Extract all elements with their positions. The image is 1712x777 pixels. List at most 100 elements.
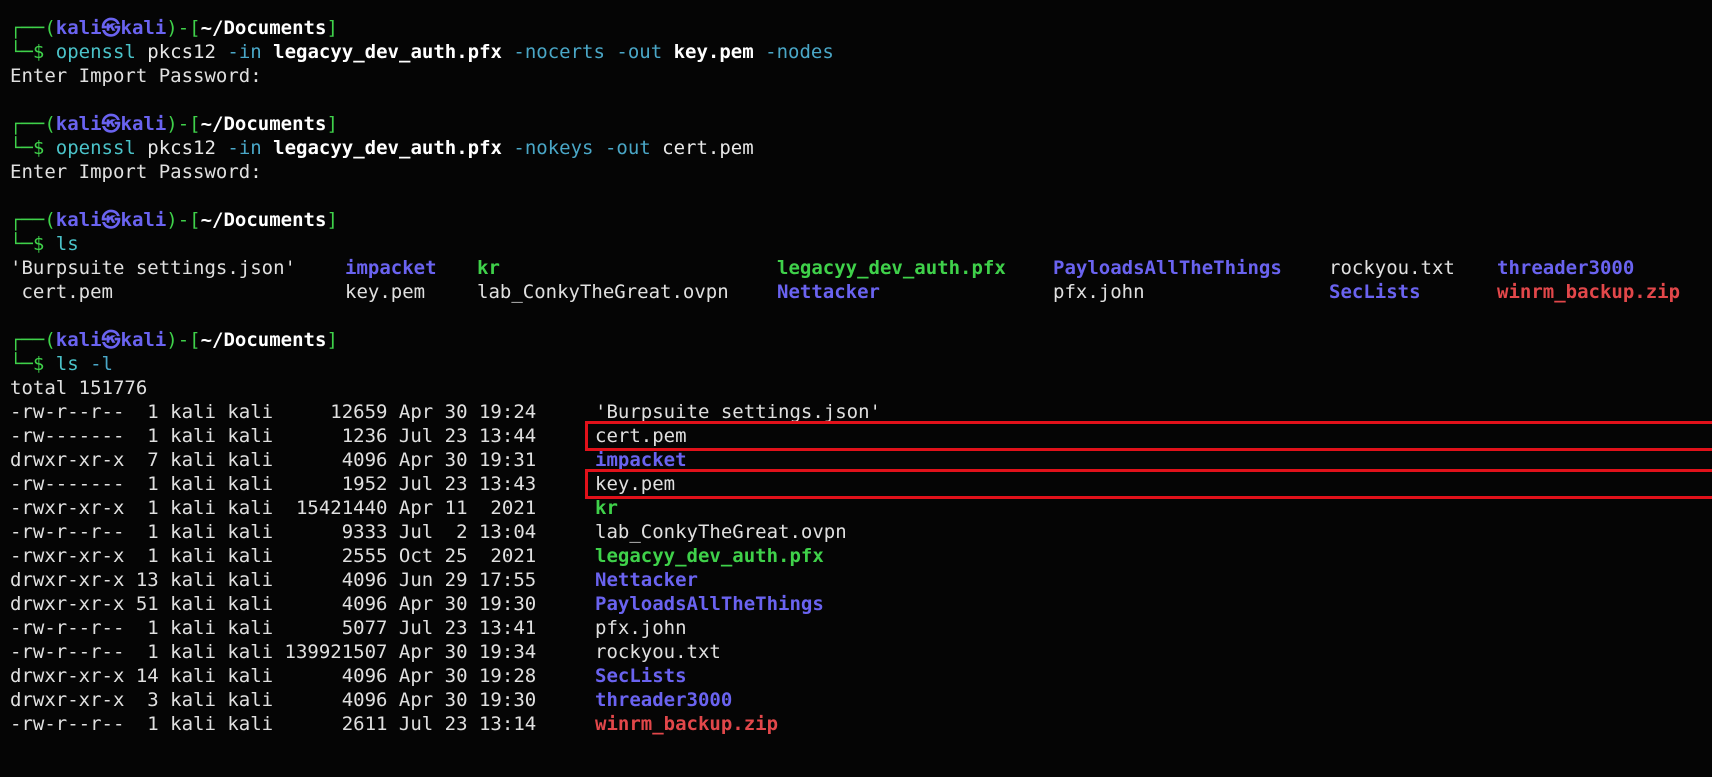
prompt-symbol: └─$	[10, 137, 56, 159]
highlighted-file-name: cert.pem	[585, 421, 1712, 451]
terminal-output[interactable]: ┌──(kali㉿kali)-[~/Documents] └─$ openssl …	[10, 0, 1712, 736]
prompt-bracket: )-[	[166, 209, 201, 231]
ls-long-row: drwxr-xr-x 3 kali kali 4096 Apr 30 19:30…	[10, 688, 1712, 712]
ls-entry: key.pem	[345, 281, 426, 303]
file-meta: -rw-r--r-- 1 kali kali 2611 Jul 23 13:14	[10, 713, 537, 735]
command-name: ls	[55, 353, 79, 375]
file-name: PayloadsAllTheThings	[595, 593, 824, 615]
command-line: └─$ openssl pkcs12 -in legacyy_dev_auth.…	[10, 136, 1712, 160]
command-arg: pkcs12	[147, 41, 216, 63]
command-arg: legacyy_dev_auth.pfx	[273, 41, 502, 63]
command-line: └─$ openssl pkcs12 -in legacyy_dev_auth.…	[10, 40, 1712, 64]
ls-row: 'Burpsuite settings.json' impacket kr legac…	[10, 256, 1712, 280]
command-arg: legacyy_dev_auth.pfx	[273, 137, 502, 159]
prompt-bracket: )-[	[166, 17, 201, 39]
ls-entry: lab_ConkyTheGreat.ovpn	[477, 281, 729, 303]
command-name: ls	[55, 233, 79, 255]
prompt-bracket: ]	[326, 209, 338, 231]
ls-long-row: drwxr-xr-x 51 kali kali 4096 Apr 30 19:3…	[10, 592, 1712, 616]
file-meta: -rwxr-xr-x 1 kali kali 2555 Oct 25 2021	[10, 545, 537, 567]
ls-entry: Nettacker	[777, 281, 880, 303]
command-arg: -in	[227, 41, 262, 63]
command-arg: -out	[616, 41, 663, 63]
prompt-header: ┌──(kali㉿kali)-[~/Documents]	[10, 328, 1712, 352]
ls-entry: legacyy_dev_auth.pfx	[777, 257, 1006, 279]
command-arg: -l	[90, 353, 113, 375]
file-name: rockyou.txt	[595, 641, 721, 663]
prompt-bracket: ┌──(	[10, 209, 56, 231]
command-arg: -nokeys	[513, 137, 594, 159]
command-arg: -nodes	[765, 41, 834, 63]
file-meta: drwxr-xr-x 14 kali kali 4096 Apr 30 19:2…	[10, 665, 537, 687]
ls-long-row: drwxr-xr-x 13 kali kali 4096 Jun 29 17:5…	[10, 568, 1712, 592]
prompt-bracket: ┌──(	[10, 113, 56, 135]
ls-entry: winrm_backup.zip	[1497, 281, 1681, 303]
prompt-header: ┌──(kali㉿kali)-[~/Documents]	[10, 112, 1712, 136]
file-meta: drwxr-xr-x 3 kali kali 4096 Apr 30 19:30	[10, 689, 537, 711]
prompt-symbol: └─$	[10, 233, 56, 255]
prompt-cwd: ~/Documents	[200, 17, 327, 39]
ls-entry: cert.pem	[10, 281, 113, 303]
ls-long-row: -rw-r--r-- 1 kali kali 2611 Jul 23 13:14…	[10, 712, 1712, 736]
command-arg: -in	[227, 137, 262, 159]
ls-long-row: -rw------- 1 kali kali 1236 Jul 23 13:44…	[10, 421, 1712, 451]
file-name: pfx.john	[595, 617, 687, 639]
command-arg: cert.pem	[662, 137, 754, 159]
ls-entry: threader3000	[1497, 257, 1635, 279]
prompt-cwd: ~/Documents	[200, 329, 327, 351]
ls-entry: 'Burpsuite settings.json'	[10, 257, 296, 279]
ls-long-row: -rw------- 1 kali kali 1952 Jul 23 13:43…	[10, 469, 1712, 499]
file-name: legacyy_dev_auth.pfx	[595, 545, 824, 567]
ls-entry: impacket	[345, 257, 437, 279]
prompt-bracket: )-[	[166, 329, 201, 351]
prompt-bracket: )-[	[166, 113, 201, 135]
file-meta: -rw-r--r-- 1 kali kali 5077 Jul 23 13:41	[10, 617, 537, 639]
command-arg: -out	[604, 137, 651, 159]
command-name: openssl	[55, 137, 136, 159]
command-arg: -nocerts	[513, 41, 605, 63]
prompt-user-host: kali㉿kali	[55, 209, 167, 231]
ls-long-row: drwxr-xr-x 14 kali kali 4096 Apr 30 19:2…	[10, 664, 1712, 688]
file-meta: -rw-r--r-- 1 kali kali 12659 Apr 30 19:2…	[10, 401, 537, 423]
ls-entry: rockyou.txt	[1329, 257, 1455, 279]
command-output: Enter Import Password:	[10, 65, 262, 87]
file-meta: drwxr-xr-x 13 kali kali 4096 Jun 29 17:5…	[10, 569, 537, 591]
file-name: SecLists	[595, 665, 687, 687]
file-meta: -rw-r--r-- 1 kali kali 9333 Jul 2 13:04	[10, 521, 537, 543]
ls-entry: kr	[477, 257, 500, 279]
prompt-header: ┌──(kali㉿kali)-[~/Documents]	[10, 208, 1712, 232]
command-arg: key.pem	[673, 41, 754, 63]
ls-row: cert.pem key.pem lab_ConkyTheGreat.ovpn Net…	[10, 280, 1712, 304]
file-name: Nettacker	[595, 569, 698, 591]
file-name: lab_ConkyTheGreat.ovpn	[595, 521, 847, 543]
ls-entry: PayloadsAllTheThings	[1053, 257, 1282, 279]
prompt-bracket: ]	[326, 113, 338, 135]
prompt-user-host: kali㉿kali	[55, 329, 167, 351]
ls-long-row: -rw-r--r-- 1 kali kali 139921507 Apr 30 …	[10, 640, 1712, 664]
prompt-bracket: ]	[326, 329, 338, 351]
ls-entry: SecLists	[1329, 281, 1421, 303]
ls-long-row: -rw-r--r-- 1 kali kali 5077 Jul 23 13:41…	[10, 616, 1712, 640]
prompt-bracket: ┌──(	[10, 329, 56, 351]
file-name: threader3000	[595, 689, 733, 711]
file-meta: -rw------- 1 kali kali 1236 Jul 23 13:44	[10, 425, 537, 447]
prompt-symbol: └─$	[10, 353, 56, 375]
command-name: openssl	[55, 41, 136, 63]
prompt-symbol: └─$	[10, 41, 56, 63]
prompt-user-host: kali㉿kali	[55, 17, 167, 39]
prompt-cwd: ~/Documents	[200, 113, 327, 135]
ls-total: total 151776	[10, 377, 148, 399]
file-meta: -rwxr-xr-x 1 kali kali 15421440 Apr 11 2…	[10, 497, 537, 519]
file-meta: -rw------- 1 kali kali 1952 Jul 23 13:43	[10, 473, 537, 495]
ls-long-row: -rwxr-xr-x 1 kali kali 2555 Oct 25 2021 l…	[10, 544, 1712, 568]
command-line: └─$ ls	[10, 232, 1712, 256]
highlighted-file-name: key.pem	[585, 469, 1712, 499]
prompt-header: ┌──(kali㉿kali)-[~/Documents]	[10, 16, 1712, 40]
prompt-user-host: kali㉿kali	[55, 113, 167, 135]
file-name: winrm_backup.zip	[595, 713, 779, 735]
file-meta: -rw-r--r-- 1 kali kali 139921507 Apr 30 …	[10, 641, 537, 663]
command-arg: pkcs12	[147, 137, 216, 159]
